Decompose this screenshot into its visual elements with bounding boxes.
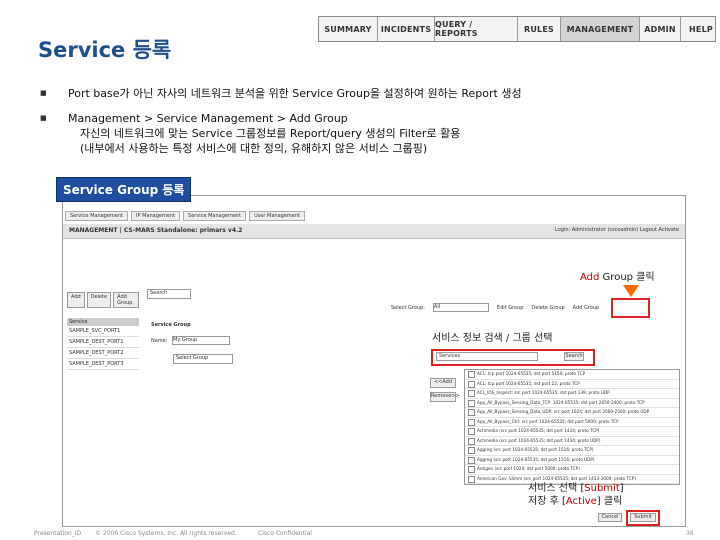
nav-tab-management[interactable]: MANAGEMENT: [561, 17, 640, 41]
add-button[interactable]: Add: [67, 292, 85, 308]
service-group-label: Service Group 등록: [56, 177, 192, 202]
service-checkbox-row[interactable]: App_All_Bypass_Sensing_Data_TCP: 1024-65…: [465, 399, 679, 408]
group-select[interactable]: Select Group: [173, 354, 233, 364]
edit-group-button[interactable]: Edit Group: [497, 305, 524, 311]
list-item[interactable]: SAMPLE_SVC_PORT1: [67, 326, 139, 337]
add-group-rest: Group 클릭: [599, 272, 655, 283]
submit-highlight: [626, 510, 660, 526]
service-checkbox-row[interactable]: Antigen (src port 1024; dst port 5000; p…: [465, 465, 679, 475]
service-header: Service: [67, 318, 139, 326]
system-bar: MANAGEMENT | CS-MARS Standalone: primars…: [63, 224, 685, 239]
delete-button[interactable]: Delete: [86, 292, 112, 308]
service-search-highlight: [431, 349, 595, 366]
active-word: Active: [565, 496, 597, 507]
page-title: Service 등록: [38, 38, 172, 62]
inner-tab-1[interactable]: Service Management: [65, 211, 129, 221]
group-name-label: Name:: [151, 338, 168, 344]
list-item[interactable]: SAMPLE_DEST_PORT2: [67, 348, 139, 359]
inner-tab-4[interactable]: User Management: [249, 211, 305, 221]
group-toolbar: Select Group: All Edit Group Delete Grou…: [391, 303, 599, 312]
nav-tab-admin[interactable]: ADMIN: [640, 17, 681, 41]
submit-callout-2: 저장 후 [Active] 클릭: [528, 492, 622, 507]
move-add-button[interactable]: <<Add: [430, 378, 456, 388]
group-name-input[interactable]: My Group: [172, 336, 231, 345]
nav-tab-rules[interactable]: RULES: [518, 17, 561, 41]
add-group-small-button[interactable]: Add Group: [113, 292, 139, 308]
add-group-highlight[interactable]: [611, 298, 650, 318]
bullet-1: Port base가 아닌 자사의 네트워크 분석을 위한 Service Gr…: [40, 86, 522, 101]
list-item[interactable]: SAMPLE_DEST_PORT1: [67, 337, 139, 348]
service-checkbox-row[interactable]: Actimedia (src port 1024-65535; dst port…: [465, 437, 679, 446]
bullet-list: Port base가 아닌 자사의 네트워크 분석을 위한 Service Gr…: [40, 86, 522, 156]
footer-copyright: © 2006 Cisco Systems, Inc. All rights re…: [95, 530, 237, 537]
add-group-button[interactable]: Add Group: [573, 305, 600, 311]
service-checkbox-row[interactable]: ACL: tcp port 1024-65535; dst port 22; p…: [465, 380, 679, 389]
group-name-row: Name: My Group: [151, 336, 231, 345]
inner-tab-3[interactable]: Service Management: [183, 211, 247, 221]
service-search-callout: 서비스 정보 검색 / 그룹 선택: [432, 333, 553, 344]
submit-callout-2a: 저장 후 [: [528, 496, 566, 507]
service-checkbox-row[interactable]: Actimedia (src port 1024-65535; dst port…: [465, 427, 679, 437]
service-checkbox-row[interactable]: Aggreg (src port 1024-65535; dst port 15…: [465, 446, 679, 456]
select-group-label: Select Group:: [391, 304, 425, 311]
system-login: Login: Administrator (cscoadmin) Logout …: [555, 227, 679, 233]
page-number: 36: [686, 530, 694, 537]
service-checkbox-row[interactable]: ACL_IOS_Inspect: src port 1024-65535; ds…: [465, 389, 679, 399]
delete-group-button[interactable]: Delete Group: [531, 305, 564, 311]
cancel-button[interactable]: Cancel: [598, 513, 622, 522]
service-list-panel: Add Delete Add Group Service SAMPLE_SVC_…: [67, 292, 139, 392]
bullet-2-line2: 자신의 네트워크에 맞는 Service 그룹정보를 Report/query …: [80, 127, 461, 140]
select-group-dropdown[interactable]: All: [432, 303, 489, 312]
bullet-2: Management > Service Management > Add Gr…: [40, 111, 522, 126]
list-item[interactable]: SAMPLE_DEST_PORT3: [67, 359, 139, 370]
bullet-2-line3: (내부에서 사용하는 특정 서비스에 대한 정의, 유해하지 않은 서비스 그룹…: [80, 142, 428, 155]
inner-tab-2[interactable]: IP Management: [131, 211, 181, 221]
service-checkbox-row[interactable]: App_All_Bypass_Sensing_Data_UDP: src por…: [465, 408, 679, 418]
top-nav: SUMMARY INCIDENTS QUERY / REPORTS RULES MANA…: [318, 16, 716, 42]
add-group-callout: Add Group 클릭: [580, 268, 655, 283]
system-title: MANAGEMENT | CS-MARS Standalone: primars…: [69, 227, 243, 234]
arrow-down-icon: [623, 285, 639, 297]
move-remove-button[interactable]: Remove>>: [430, 392, 460, 402]
add-word: Add: [580, 272, 600, 283]
footer-presentation-id: Presentation_ID: [34, 530, 82, 537]
inner-tabs: Service Management IP Management Service…: [65, 211, 425, 221]
nav-tab-query-reports[interactable]: QUERY / REPORTS: [435, 17, 518, 41]
service-checkbox-row[interactable]: ACL: tcp port 1024-65535; dst port 5150;…: [465, 370, 679, 380]
search-input[interactable]: Search: [147, 289, 191, 299]
nav-tab-incidents[interactable]: INCIDENTS: [378, 17, 435, 41]
service-group-panel-label: Service Group: [151, 322, 191, 328]
service-checkbox-row[interactable]: Aggreg (src port 1024-65535; dst port 15…: [465, 456, 679, 465]
submit-callout-2c: ] 클릭: [596, 496, 623, 507]
footer-confidential: Cisco Confidential: [258, 530, 312, 537]
service-checklist: ACL: tcp port 1024-65535; dst port 5150;…: [464, 369, 680, 485]
nav-tab-summary[interactable]: SUMMARY: [319, 17, 378, 41]
nav-tab-help[interactable]: HELP: [681, 17, 720, 41]
service-checkbox-row[interactable]: App_All_Bypass_Ctrl: src port 1024-65535…: [465, 418, 679, 427]
